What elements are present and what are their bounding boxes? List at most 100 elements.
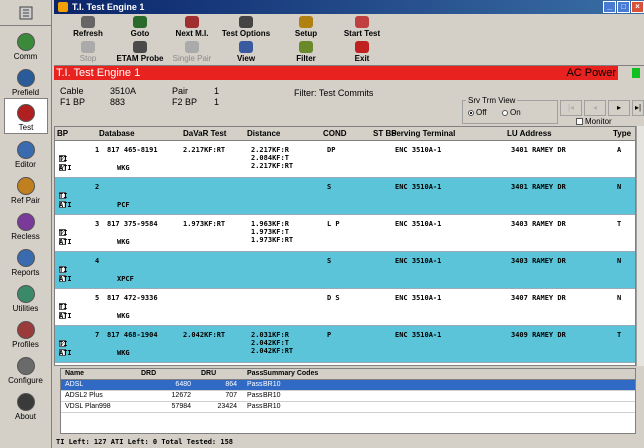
row-distance: 2.084KF:T [251,154,289,162]
sidebar-item-about[interactable]: About [0,386,51,422]
last-button[interactable]: ▸| [632,100,644,116]
toolbar-setup-button[interactable]: Setup [280,16,332,40]
grid-header-distance: Distance [247,129,281,138]
row-distance: 1.963KF:R [251,220,289,228]
sidebar-item-prefield[interactable]: Prefield [0,62,51,98]
row-status-code: PCF [117,201,130,209]
row-type: N [617,183,622,191]
toolbar-goto-button[interactable]: Goto [114,16,166,40]
summary-dru: 23424 [217,403,237,410]
filter-label: Filter: Test Commits [294,88,374,98]
sidebar-item-profiles[interactable]: Profiles [0,314,51,350]
row-bp-number: 3 [95,220,100,228]
prev-button[interactable]: ◂ [584,100,606,116]
summary-row[interactable]: ADSL2 Plus 12672 707 Pass BR10 [61,391,635,402]
pair-value: 1 [214,86,220,96]
table-row[interactable]: 4 S ENC 3510A-1 3403 RAMEY DR N TI ATI XPCF [55,252,635,289]
summary-header-pass: Pass [247,370,264,377]
test-icon [17,104,35,122]
test-options-icon [239,16,253,28]
ti-label: TI [59,155,68,163]
sidebar-item-label: Profiles [12,340,39,349]
about-icon [16,393,35,411]
summary-header-drd: DRD [141,370,157,377]
row-serving-terminal: ENC 3510A-1 [395,220,442,228]
configure-icon [16,357,35,375]
sidebar-item-ref-pair[interactable]: Ref Pair [0,170,51,206]
toolbar-refresh-button[interactable]: Refresh [62,16,114,40]
summary-row[interactable]: ADSL 6480 864 Pass BR10 [61,380,635,391]
toolbar-single-pair-button[interactable]: Single Pair [166,41,218,65]
toolbar-etam-probe-button[interactable]: ETAM Probe [114,41,166,65]
grid-header-davar-test: DaVaR Test [183,129,227,138]
toolbar-start-test-button[interactable]: Start Test [336,16,388,40]
summary-header-name: Name [65,370,85,377]
f1bp-value: 883 [110,97,126,107]
goto-icon [133,16,147,28]
row-database: 817 465-8191 [107,146,158,154]
summary-name: VDSL Plan998 [65,403,111,410]
sidebar-item-label: About [15,412,36,421]
summary-header-dru: DRU [201,370,217,377]
ti-label: TI [59,303,68,311]
minimize-button[interactable]: _ [603,1,616,13]
toolbar-exit-button[interactable]: Exit [336,41,388,65]
summary-drd: 12672 [171,392,191,399]
start-test-icon [355,16,369,28]
sidebar-item-recless[interactable]: Recless [0,206,51,242]
radio-off-label: Off [476,108,487,117]
sidebar-item-test[interactable]: Test [4,98,48,134]
row-davar: 2.217KF:RT [183,146,226,154]
sidebar-item-reports[interactable]: Reports [0,242,51,278]
etam-probe-icon [133,41,147,53]
pair-grid: BP Database DaVaR Test Distance COND ST BP Ser… [54,126,636,366]
sidebar-item-label: Prefield [11,88,40,97]
toolbar-stop-button[interactable]: Stop [62,41,114,65]
sidebar-item-editor[interactable]: Editor [0,134,51,170]
pair-grid-scrollbar[interactable] [636,126,644,366]
table-row[interactable]: 5 817 472-9336 D S ENC 3510A-1 3407 RAMEY DR… [55,289,635,326]
setup-icon [299,16,313,28]
sidebar-item-comm[interactable]: Comm [0,26,51,62]
ati-label: ATI [59,201,72,209]
sidebar-item-label: Editor [15,160,36,169]
row-cond: L P [327,220,340,228]
summary-drd: 6480 [175,381,191,388]
pair-label: Pair [172,86,189,96]
row-serving-terminal: ENC 3510A-1 [395,294,442,302]
radio-off[interactable]: Off [468,108,487,117]
grid-header-type: Type [613,129,632,138]
ati-label: ATI [59,238,72,246]
row-database: 817 375-9584 [107,220,158,228]
radio-on-dot [502,109,508,116]
radio-on[interactable]: On [502,108,521,117]
table-row[interactable]: 3 817 375-9584 1.973KF:RT 1.963KF:R 1.973KF:… [55,215,635,252]
table-row[interactable]: 2 S ENC 3510A-1 3401 RAMEY DR N TI ATI PCF [55,178,635,215]
table-row[interactable]: 1 817 465-8191 2.217KF:RT 2.217KF:R 2.084KF:… [55,141,635,178]
row-status-code: WKG [117,164,130,172]
monitor-checkbox[interactable]: Monitor [576,117,612,126]
row-lu-address: 3409 RAMEY DR [511,331,566,339]
engine-status-bar: T.I. Test Engine 1 [54,66,644,80]
row-database: 817 472-9336 [107,294,158,302]
sidebar-toggle[interactable] [0,0,51,26]
maximize-button[interactable]: □ [617,1,630,13]
engine-status-title: T.I. Test Engine 1 [56,67,141,79]
toolbar-filter-button[interactable]: Filter [280,41,332,65]
toolbar-view-button[interactable]: View [220,41,272,65]
summary-row[interactable]: VDSL Plan998 57984 23424 Pass BR10 [61,402,635,413]
toolbar-test-options-button[interactable]: Test Options [220,16,272,40]
sidebar-item-utilities[interactable]: Utilities [0,278,51,314]
sidebar-item-configure[interactable]: Configure [0,350,51,386]
row-distance: 1.973KF:T [251,228,289,236]
row-davar: 1.973KF:RT [183,220,226,228]
next-button[interactable]: ▸ [608,100,630,116]
cable-label: Cable [60,86,84,96]
ref-pair-icon [16,177,35,195]
row-bp-number: 5 [95,294,100,302]
first-button[interactable]: |◂ [560,100,582,116]
toolbar-next-m-i--button[interactable]: Next M.I. [166,16,218,40]
close-button[interactable]: × [631,1,644,13]
row-cond: P [327,331,332,339]
table-row[interactable]: 7 817 468-1904 2.042KF:RT 2.031KF:R 2.042KF:… [55,326,635,363]
